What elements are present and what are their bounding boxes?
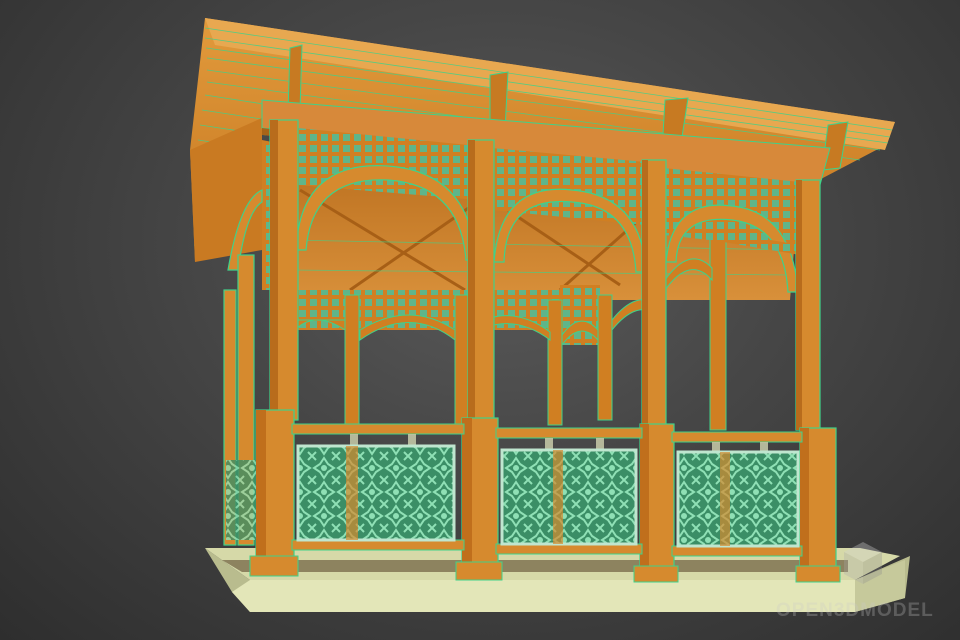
watermark-text: OPEN3DMODEL — [776, 600, 934, 621]
cube-logo-icon — [844, 542, 882, 584]
gazebo-render — [190, 18, 910, 612]
fretwork-panels — [226, 444, 800, 548]
render-viewport: OPEN3DMODEL — [0, 0, 960, 640]
railing — [226, 423, 803, 557]
